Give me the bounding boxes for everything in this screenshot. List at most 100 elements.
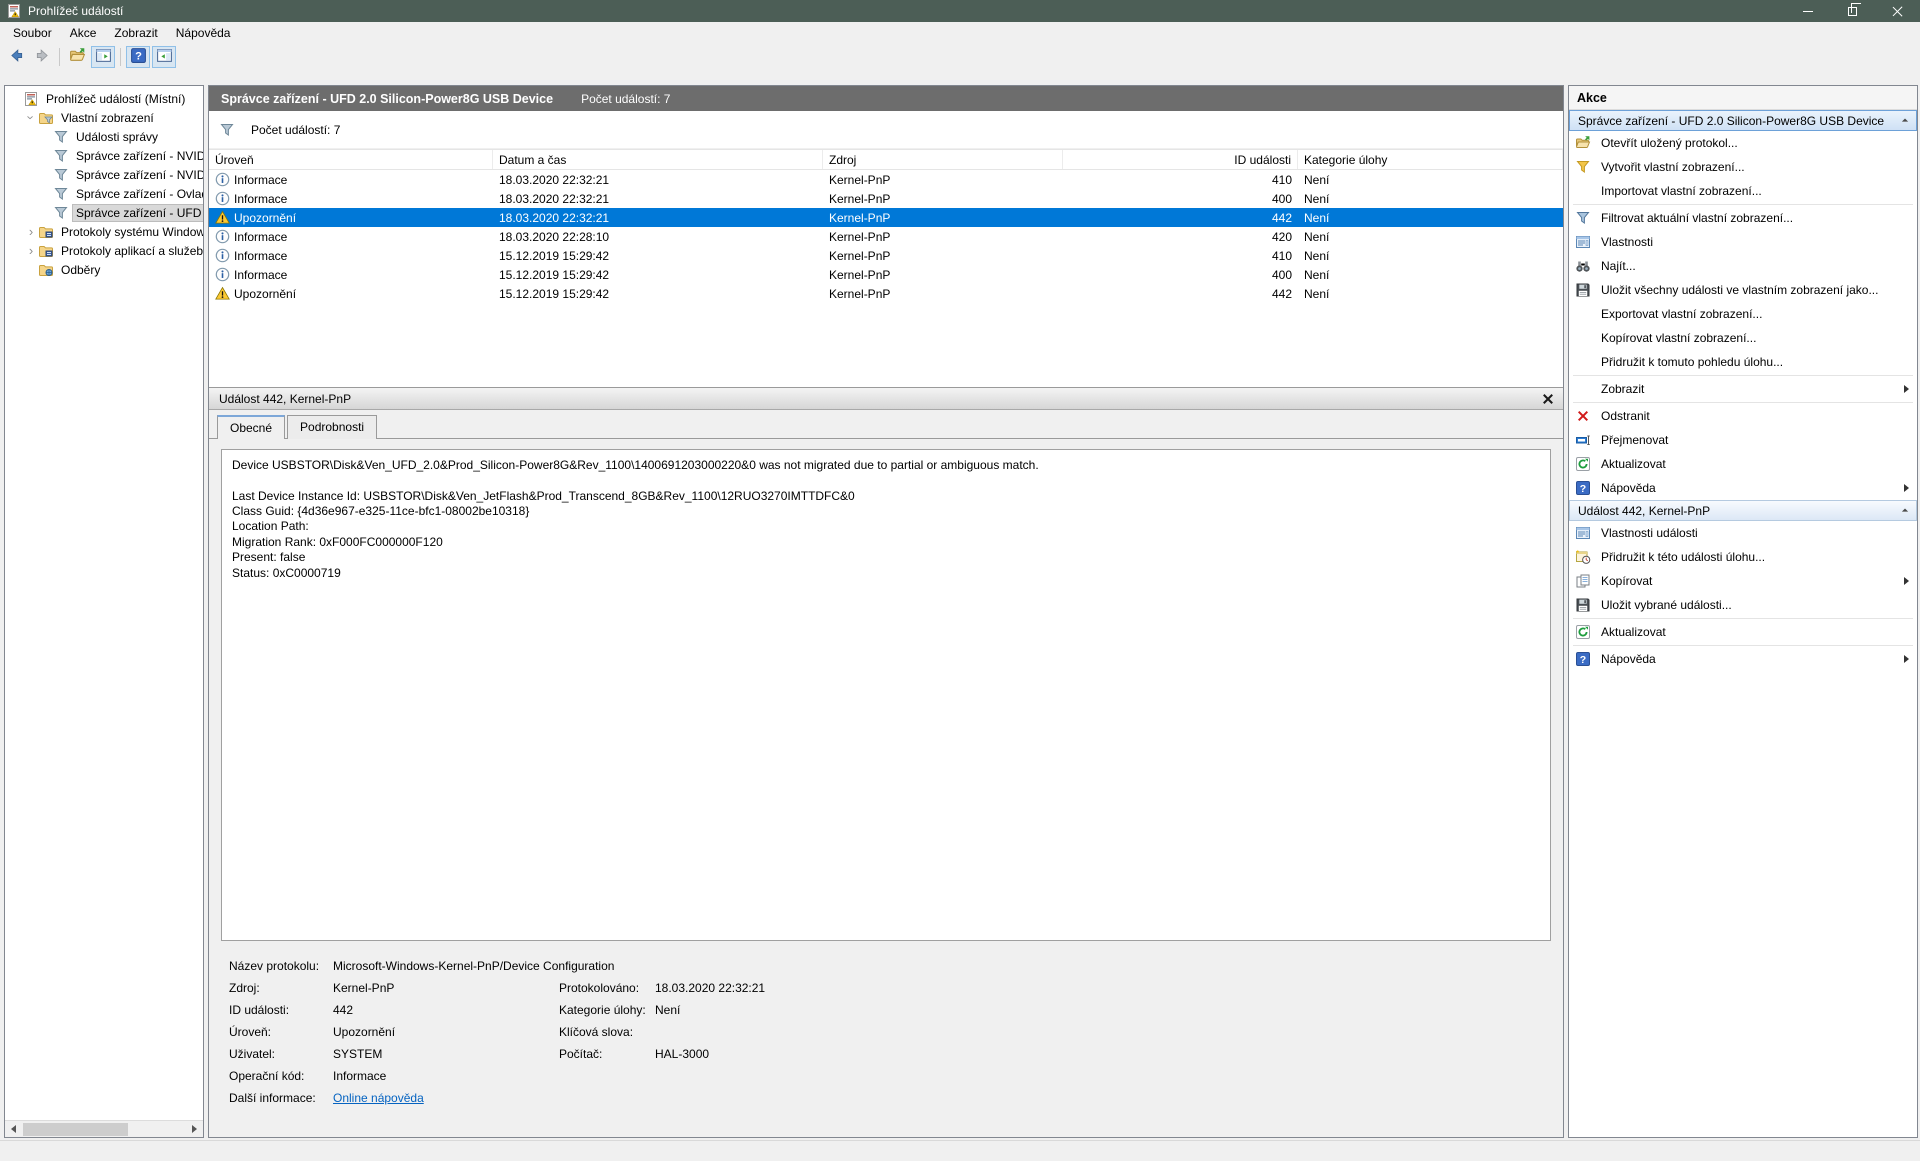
tree-item[interactable]: ›Protokoly aplikací a služeb (5, 241, 203, 260)
tree-item[interactable]: Odběry (5, 260, 203, 279)
event-row[interactable]: Informace15.12.2019 15:29:42Kernel-PnP41… (209, 246, 1563, 265)
event-id-cell: 420 (1063, 227, 1298, 246)
action-item[interactable]: Exportovat vlastní zobrazení... (1569, 302, 1917, 326)
menu-soubor[interactable]: Soubor (4, 24, 61, 42)
column-header-4[interactable]: ID události (1063, 150, 1298, 169)
open-saved-log-button[interactable] (65, 46, 89, 68)
tree-item[interactable]: Správce zařízení - Ovlada (5, 184, 203, 203)
action-item[interactable]: Vytvořit vlastní zobrazení... (1569, 155, 1917, 179)
expander-expanded-icon[interactable]: › (24, 111, 39, 125)
column-header-1[interactable]: Úroveň (209, 150, 493, 169)
column-header-5[interactable]: Kategorie úlohy (1298, 150, 1563, 169)
menu-akce[interactable]: Akce (61, 24, 106, 42)
event-viewer-window: Prohlížeč událostí SouborAkceZobrazitNáp… (0, 0, 1920, 1161)
action-item[interactable]: Kopírovat vlastní zobrazení... (1569, 326, 1917, 350)
action-item[interactable]: Kopírovat (1569, 569, 1917, 593)
action-item[interactable]: ?Nápověda (1569, 647, 1917, 671)
event-row[interactable]: Upozornění15.12.2019 15:29:42Kernel-PnP4… (209, 284, 1563, 303)
action-item[interactable]: Importovat vlastní zobrazení... (1569, 179, 1917, 203)
tree-item-label: Prohlížeč událostí (Místní) (43, 91, 188, 107)
event-row[interactable]: Informace15.12.2019 15:29:42Kernel-PnP40… (209, 265, 1563, 284)
action-item-label: Aktualizovat (1601, 625, 1909, 639)
scroll-left-button[interactable] (5, 1121, 22, 1138)
field-row: Název protokolu:Microsoft-Windows-Kernel… (229, 955, 1563, 977)
warning-icon (215, 286, 230, 301)
tree-item-label: Vlastní zobrazení (58, 110, 157, 126)
tree-rows: Prohlížeč událostí (Místní) › Vlastní zobr… (5, 86, 203, 279)
online-help-link[interactable]: Online nápověda (333, 1091, 424, 1105)
refresh-icon (1575, 456, 1591, 472)
action-item[interactable]: Přejmenovat (1569, 428, 1917, 452)
scroll-right-button[interactable] (186, 1121, 203, 1138)
event-row[interactable]: Informace18.03.2020 22:28:10Kernel-PnP42… (209, 227, 1563, 246)
action-item[interactable]: Aktualizovat (1569, 452, 1917, 476)
event-row[interactable]: Informace18.03.2020 22:32:21Kernel-PnP40… (209, 189, 1563, 208)
tree-item[interactable]: Prohlížeč událostí (Místní) (5, 89, 203, 108)
action-item[interactable]: Přidružit k tomuto pohledu úlohu... (1569, 350, 1917, 374)
expander-collapsed-icon[interactable]: › (24, 224, 38, 239)
event-description: Device USBSTOR\Disk&Ven_UFD_2.0&Prod_Sil… (221, 449, 1551, 941)
tree-horizontal-scrollbar[interactable] (5, 1120, 203, 1137)
tree-item[interactable]: › Vlastní zobrazení (5, 108, 203, 127)
help-button[interactable]: ? (126, 46, 150, 68)
restore-icon (1848, 7, 1857, 16)
expander-collapsed-icon[interactable]: › (24, 243, 38, 258)
no-icon (1575, 183, 1591, 199)
chevron-up-icon[interactable] (1900, 114, 1910, 128)
restore-button[interactable] (1830, 0, 1875, 22)
svg-text:?: ? (1580, 654, 1586, 666)
action-item[interactable]: Uložit vybrané události... (1569, 593, 1917, 617)
tree-item[interactable]: Správce zařízení - UFD 2.0 (5, 203, 203, 222)
back-button[interactable] (4, 46, 28, 68)
tree-item[interactable]: ›Protokoly systému Windows (5, 222, 203, 241)
field-value: SYSTEM (333, 1047, 559, 1061)
tree-item[interactable]: Správce zařízení - NVIDIA (5, 146, 203, 165)
minimize-icon (1803, 11, 1813, 12)
action-item[interactable]: Přidružit k této události úlohu... (1569, 545, 1917, 569)
action-item[interactable]: Filtrovat aktuální vlastní zobrazení... (1569, 206, 1917, 230)
event-row[interactable]: Upozornění18.03.2020 22:32:21Kernel-PnP4… (209, 208, 1563, 227)
menu-nápověda[interactable]: Nápověda (167, 24, 240, 42)
field-label: ID události: (229, 1003, 333, 1017)
action-section-header[interactable]: Událost 442, Kernel-PnP (1569, 500, 1917, 521)
subscriptions-icon (38, 262, 54, 278)
chevron-up-icon[interactable] (1900, 504, 1910, 518)
field-row: Operační kód:Informace (229, 1065, 1563, 1087)
action-item[interactable]: Odstranit (1569, 404, 1917, 428)
action-item[interactable]: Najít... (1569, 254, 1917, 278)
action-item[interactable]: Uložit všechny události ve vlastním zobr… (1569, 278, 1917, 302)
info-icon (215, 229, 230, 244)
event-list-panel: Správce zařízení - UFD 2.0 Silicon-Power… (208, 85, 1564, 1138)
datetime-cell: 18.03.2020 22:32:21 (493, 208, 823, 227)
event-id-cell: 400 (1063, 189, 1298, 208)
field-row: Zdroj:Kernel-PnPProtokolováno:18.03.2020… (229, 977, 1563, 999)
tab-podrobnosti[interactable]: Podrobnosti (287, 415, 377, 439)
show-console-tree-button[interactable] (91, 46, 115, 68)
tree-item[interactable]: Události správy (5, 127, 203, 146)
action-item[interactable]: Aktualizovat (1569, 620, 1917, 644)
tree-item[interactable]: Správce zařízení - NVIDIA (5, 165, 203, 184)
tab-obecné[interactable]: Obecné (217, 415, 285, 439)
scrollbar-thumb[interactable] (23, 1123, 128, 1136)
minimize-button[interactable] (1785, 0, 1830, 22)
folder-filter-icon (38, 110, 54, 126)
datetime-cell: 15.12.2019 15:29:42 (493, 265, 823, 284)
show-action-pane-button[interactable] (152, 46, 176, 68)
menu-zobrazit[interactable]: Zobrazit (105, 24, 166, 42)
forward-button[interactable] (30, 46, 54, 68)
event-row[interactable]: Informace18.03.2020 22:32:21Kernel-PnP41… (209, 170, 1563, 189)
action-item[interactable]: Zobrazit (1569, 377, 1917, 401)
category-cell: Není (1298, 227, 1563, 246)
close-button[interactable] (1875, 0, 1920, 22)
close-icon (1543, 394, 1552, 403)
action-section-header[interactable]: Správce zařízení - UFD 2.0 Silicon-Power… (1569, 110, 1917, 131)
action-item[interactable]: ?Nápověda (1569, 476, 1917, 500)
action-separator (1573, 204, 1913, 205)
column-header-3[interactable]: Zdroj (823, 150, 1063, 169)
action-item[interactable]: Vlastnosti (1569, 230, 1917, 254)
level-label: Upozornění (234, 211, 296, 225)
action-item[interactable]: Otevřít uložený protokol... (1569, 131, 1917, 155)
column-header-2[interactable]: Datum a čas (493, 150, 823, 169)
details-close-button[interactable] (1539, 391, 1555, 407)
action-item[interactable]: Vlastnosti události (1569, 521, 1917, 545)
